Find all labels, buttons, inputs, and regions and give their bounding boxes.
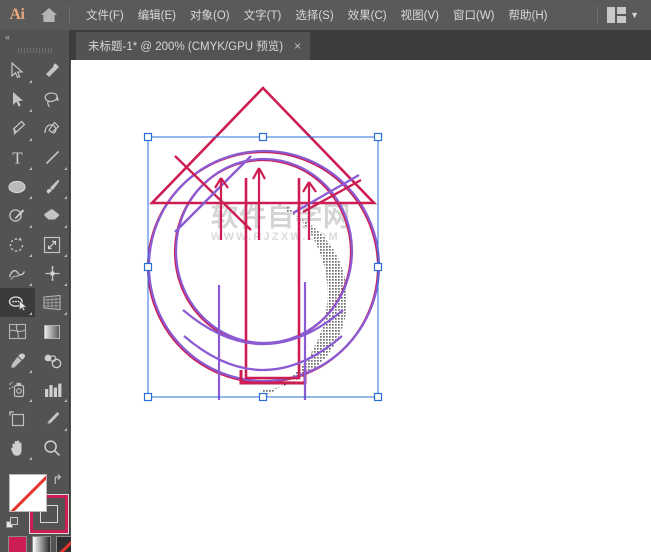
mesh-tool[interactable] — [0, 317, 35, 346]
lasso-tool[interactable] — [35, 85, 70, 114]
color-mode-buttons — [8, 536, 75, 552]
perspective-grid-tool[interactable] — [35, 288, 70, 317]
column-graph-tool[interactable] — [35, 375, 70, 404]
menu-view[interactable]: 视图(V) — [394, 3, 446, 27]
scale-tool[interactable] — [35, 230, 70, 259]
menu-window[interactable]: 窗口(W) — [446, 3, 502, 27]
color-mode-solid[interactable] — [8, 536, 27, 552]
tool-flyout-indicator — [29, 254, 32, 257]
gradient-tool[interactable] — [35, 317, 70, 346]
selection-tool[interactable] — [0, 56, 35, 85]
eyedropper-tool[interactable] — [0, 346, 35, 375]
tool-flyout-indicator — [29, 312, 32, 315]
pen-tool[interactable] — [0, 114, 35, 143]
tool-flyout-indicator — [64, 312, 67, 315]
diagonal-cross-right-purple — [293, 175, 359, 213]
tool-flyout-indicator — [29, 370, 32, 373]
hand-tool[interactable] — [0, 433, 35, 462]
document-tab[interactable]: 未标题-1* @ 200% (CMYK/GPU 预览) × — [76, 32, 310, 60]
tool-flyout-indicator — [64, 428, 67, 431]
tool-flyout-indicator — [29, 167, 32, 170]
tool-flyout-indicator — [29, 109, 32, 112]
menubar-right-cluster: ▼ — [592, 4, 651, 26]
tool-flyout-indicator — [29, 457, 32, 460]
menu-object[interactable]: 对象(O) — [183, 3, 237, 27]
symbol-sprayer-tool[interactable] — [0, 375, 35, 404]
menu-effect[interactable]: 效果(C) — [341, 3, 394, 27]
blend-tool[interactable] — [35, 346, 70, 375]
ellipse-tool[interactable] — [0, 172, 35, 201]
menu-bar: Ai 文件(F) 编辑(E) 对象(O) 文字(T) 选择(S) 效果(C) 视… — [0, 0, 651, 30]
zoom-tool[interactable] — [35, 433, 70, 462]
menu-item-list: 文件(F) 编辑(E) 对象(O) 文字(T) 选择(S) 效果(C) 视图(V… — [79, 3, 554, 27]
panel-drag-grip[interactable] — [0, 44, 69, 56]
line-segment-tool[interactable] — [35, 143, 70, 172]
eraser-tool[interactable] — [35, 201, 70, 230]
color-controls: ↰ — [0, 470, 69, 552]
menubar-divider-1 — [69, 6, 70, 24]
curvature-tool[interactable] — [35, 114, 70, 143]
artboard: 软件自学网 WWW.RJZXW.COM — [71, 60, 651, 552]
tool-flyout-indicator — [64, 167, 67, 170]
type-tool[interactable]: T — [0, 143, 35, 172]
handle-top-center[interactable] — [260, 134, 267, 141]
svg-text:T: T — [12, 149, 23, 166]
paintbrush-tool[interactable] — [35, 172, 70, 201]
tool-flyout-indicator — [64, 196, 67, 199]
tool-flyout-indicator — [29, 196, 32, 199]
center-bar — [246, 178, 299, 378]
direct-selection-tool[interactable] — [0, 85, 35, 114]
handle-bottom-right[interactable] — [375, 394, 382, 401]
tool-flyout-indicator — [64, 283, 67, 286]
handle-top-left[interactable] — [145, 134, 152, 141]
tool-flyout-indicator — [29, 138, 32, 141]
artboard-tool[interactable] — [0, 404, 35, 433]
magic-wand-tool[interactable] — [35, 56, 70, 85]
shape-builder-tool[interactable] — [0, 288, 35, 317]
home-icon[interactable] — [34, 7, 64, 23]
free-transform-tool[interactable] — [35, 259, 70, 288]
illustrator-window: Ai 文件(F) 编辑(E) 对象(O) 文字(T) 选择(S) 效果(C) 视… — [0, 0, 651, 552]
chevron-down-icon: ▼ — [630, 11, 639, 20]
tool-grid: T — [0, 56, 69, 462]
menu-help[interactable]: 帮助(H) — [502, 3, 555, 27]
document-tab-bar: 未标题-1* @ 200% (CMYK/GPU 预览) × — [0, 30, 651, 60]
shaper-pencil-tool[interactable] — [0, 201, 35, 230]
tick-left — [215, 178, 228, 240]
tool-flyout-indicator — [29, 80, 32, 83]
document-tab-title: 未标题-1* @ 200% (CMYK/GPU 预览) — [88, 38, 283, 54]
tool-flyout-indicator — [29, 283, 32, 286]
collapse-panel-icon[interactable]: « — [0, 30, 69, 44]
app-logo: Ai — [0, 6, 34, 24]
tool-flyout-indicator — [29, 225, 32, 228]
handle-mid-left[interactable] — [145, 264, 152, 271]
handle-top-right[interactable] — [375, 134, 382, 141]
document-canvas[interactable]: 软件自学网 WWW.RJZXW.COM — [71, 60, 651, 552]
menu-edit[interactable]: 编辑(E) — [131, 3, 183, 27]
workspace-grid-icon — [607, 7, 626, 23]
handle-bottom-left[interactable] — [145, 394, 152, 401]
handle-mid-right[interactable] — [375, 264, 382, 271]
fill-color-swatch[interactable] — [9, 474, 47, 512]
tools-panel: « T — [0, 30, 70, 552]
menu-type[interactable]: 文字(T) — [237, 3, 289, 27]
swap-fill-stroke-icon[interactable]: ↰ — [52, 472, 63, 488]
rotate-tool[interactable] — [0, 230, 35, 259]
menu-select[interactable]: 选择(S) — [288, 3, 340, 27]
menubar-divider-2 — [597, 6, 598, 24]
color-mode-gradient[interactable] — [32, 536, 51, 552]
handle-bottom-center[interactable] — [260, 394, 267, 401]
vector-artwork — [71, 60, 651, 552]
width-warp-tool[interactable] — [0, 259, 35, 288]
tool-flyout-indicator — [64, 399, 67, 402]
default-fill-stroke-icon[interactable] — [6, 517, 20, 536]
workspace-switcher[interactable]: ▼ — [603, 4, 643, 26]
tool-flyout-indicator — [29, 399, 32, 402]
close-icon[interactable]: × — [294, 40, 301, 52]
slice-tool[interactable] — [35, 404, 70, 433]
tool-flyout-indicator — [64, 254, 67, 257]
menu-file[interactable]: 文件(F) — [79, 3, 131, 27]
tool-flyout-indicator — [64, 225, 67, 228]
